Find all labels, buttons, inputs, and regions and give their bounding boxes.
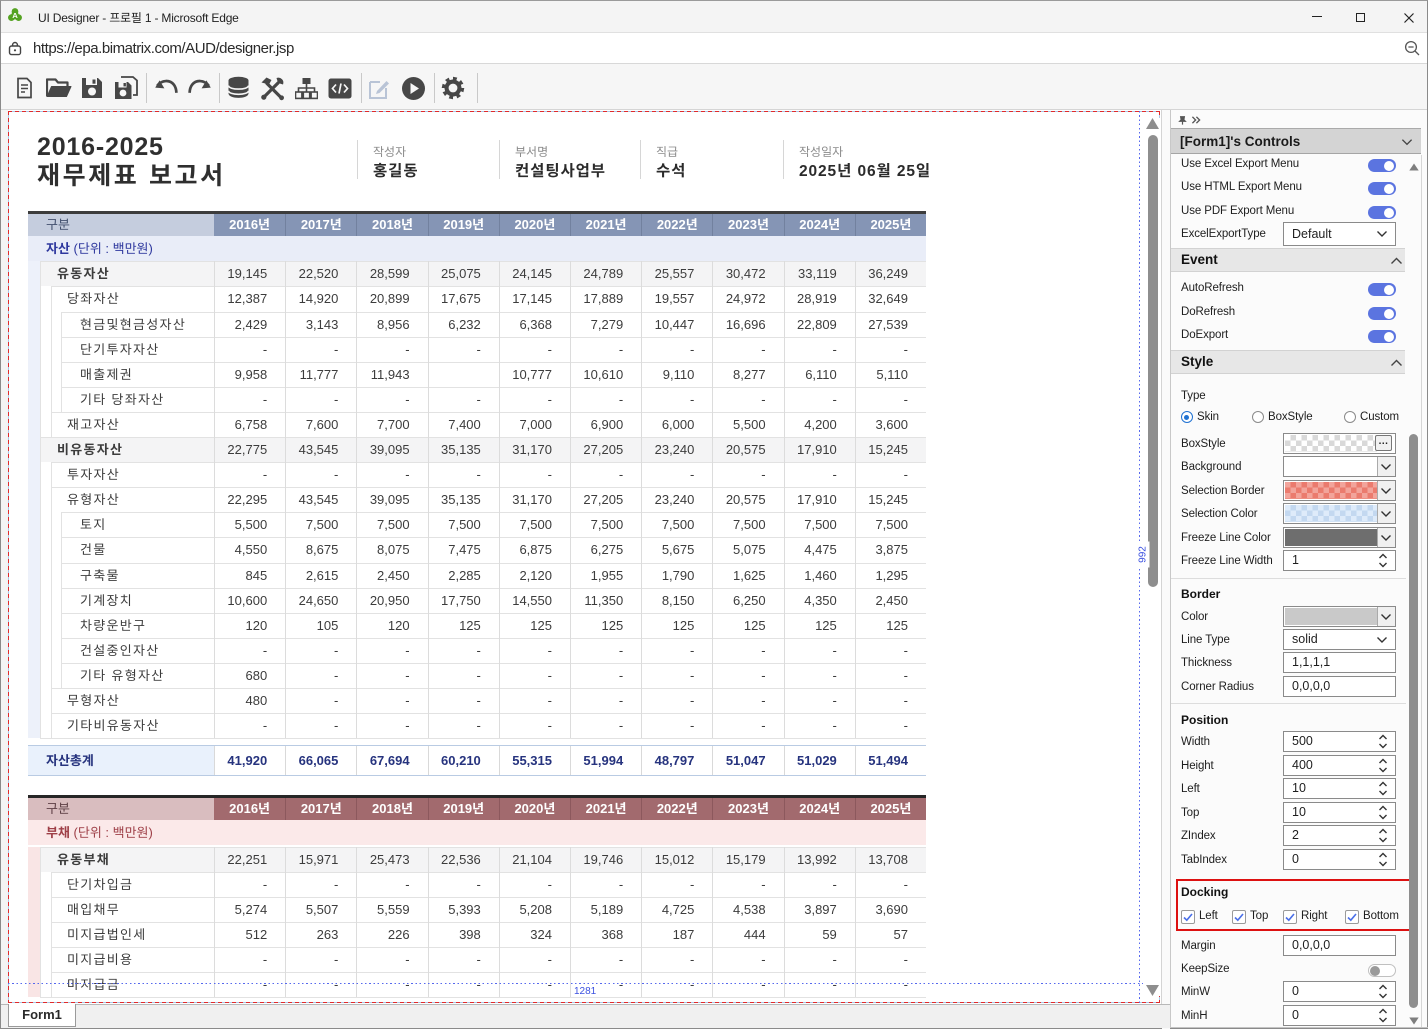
svg-text:A: A [12,11,18,20]
